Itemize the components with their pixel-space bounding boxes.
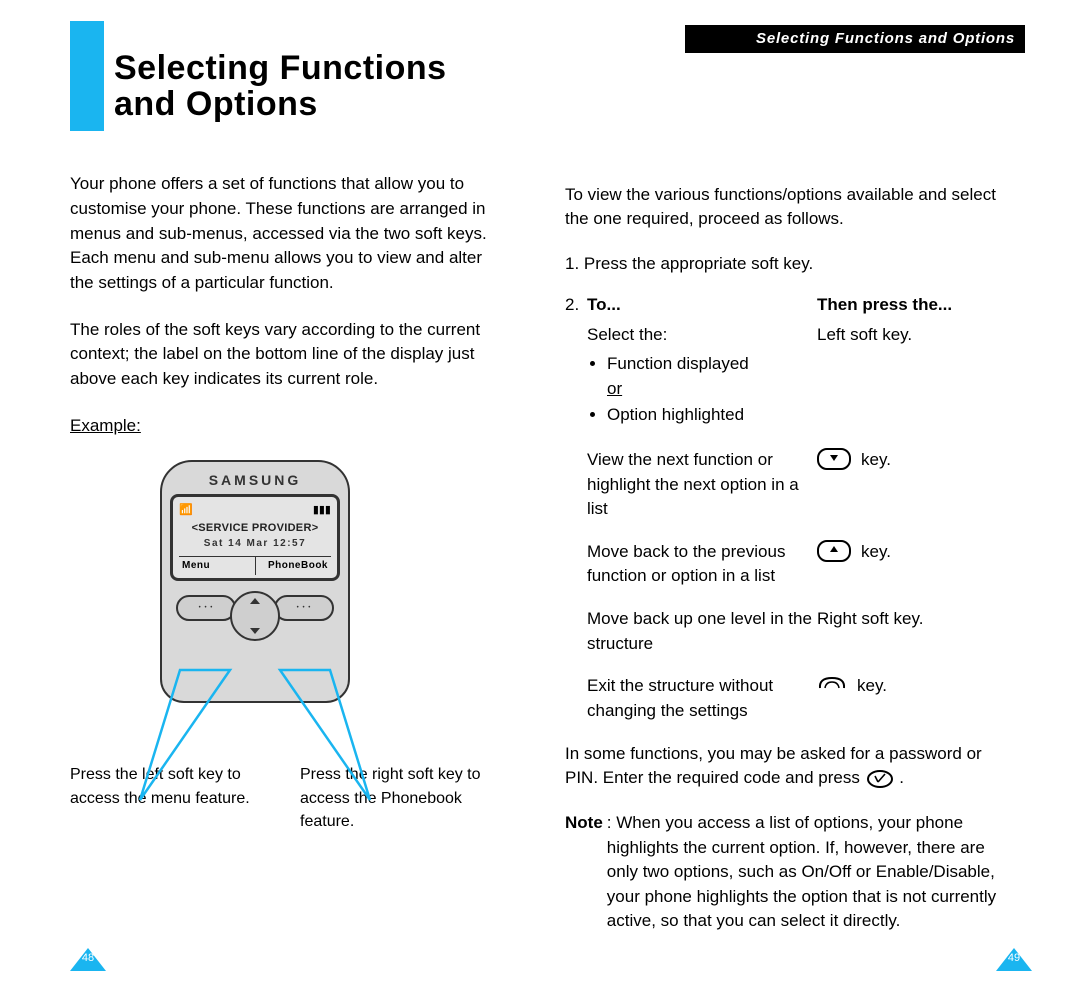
left-page: Selecting Functions and Options Your pho… [70,25,490,833]
intro-para-2: The roles of the soft keys vary accordin… [70,318,490,392]
intro-para-1: Your phone offers a set of functions tha… [70,172,490,295]
phone-illustration: SAMSUNG 📶 ▮▮▮ <SERVICE PROVIDER> Sat 14 … [160,460,370,703]
softkey-left-label: Menu [179,557,255,576]
note-block: Note : When you access a list of options… [565,811,1015,934]
caption-right: Press the right soft key to access the P… [300,763,490,833]
page-number-right: 49 [996,948,1032,971]
note-label: Note [565,811,603,934]
header-then: Then press the... [817,293,952,318]
right-intro: To view the various functions/options av… [565,183,1015,232]
table-row: Move back up one level in the structure … [587,607,1015,656]
table-header: 2. To... Then press the... [565,293,1015,318]
up-key-icon [817,540,851,562]
header-to: To... [587,293,817,318]
page-number-left: 48 [70,948,106,971]
caption-row: Press the left soft key to access the me… [70,763,490,833]
right-page: Selecting Functions and Options To view … [565,25,1015,934]
end-key-icon [817,674,847,694]
table-row: Exit the structure without changing the … [587,674,1015,723]
phone-body: SAMSUNG 📶 ▮▮▮ <SERVICE PROVIDER> Sat 14 … [160,460,350,703]
step-1: 1. Press the appropriate soft key. [565,252,1015,277]
phone-screen: 📶 ▮▮▮ <SERVICE PROVIDER> Sat 14 Mar 12:5… [170,494,340,581]
battery-icon: ▮▮▮ [313,503,331,519]
pin-paragraph: In some functions, you may be asked for … [565,742,1015,791]
example-label: Example: [70,414,490,439]
signal-icon: 📶 [179,503,192,519]
date-time: Sat 14 Mar 12:57 [179,537,331,552]
chapter-title-block: Selecting Functions and Options [70,51,490,122]
chapter-title: Selecting Functions and Options [114,51,490,122]
phone-brand: SAMSUNG [170,470,340,490]
table-row: Select the: Function displayedor Option … [587,323,1015,430]
caption-left: Press the left soft key to access the me… [70,763,260,833]
down-key-icon [817,448,851,470]
nav-pad [230,591,280,641]
ok-key-icon [865,769,895,789]
left-softkey-button [176,595,236,621]
table-row: View the next function or highlight the … [587,448,1015,522]
running-header: Selecting Functions and Options [685,25,1025,53]
note-text: : When you access a list of options, you… [607,811,1015,934]
service-provider: <SERVICE PROVIDER> [179,521,331,537]
table-row: Move back to the previous function or op… [587,540,1015,589]
blue-tab [70,21,104,131]
right-softkey-button [274,595,334,621]
actions-table: Select the: Function displayedor Option … [587,323,1015,723]
softkey-right-label: PhoneBook [256,557,332,576]
